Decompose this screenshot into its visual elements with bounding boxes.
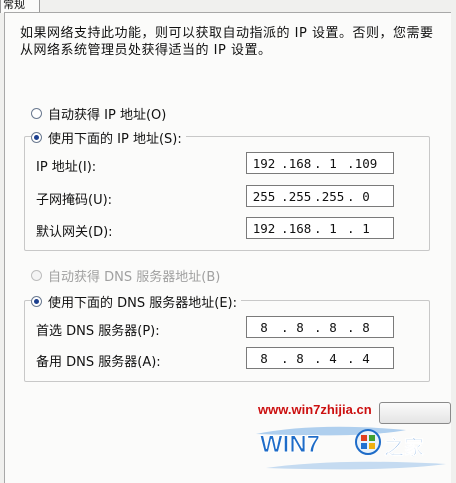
pdns-octet-3: 8	[329, 319, 337, 335]
ip-octet-3: 1	[329, 155, 337, 171]
watermark-url: www.win7zhijia.cn	[258, 402, 372, 417]
description-text: 如果网络支持此功能，则可以获取自动指派的 IP 设置。否则，您需要从网络系统管理…	[20, 26, 434, 58]
ip-address-label: IP 地址(I):	[36, 160, 97, 175]
mask-octet-2: 255	[288, 188, 312, 204]
alternate-dns-label: 备用 DNS 服务器(A):	[36, 355, 161, 370]
watermark-logo-text: WIN7	[260, 431, 320, 458]
auto-dns-label: 自动获得 DNS 服务器地址(B)	[48, 270, 221, 285]
adns-octet-1: 8	[260, 350, 268, 366]
manual-dns-radio[interactable]: 使用下面的 DNS 服务器地址(E):	[31, 292, 241, 311]
adns-octet-2: 8	[296, 350, 304, 366]
manual-ip-radio-circle[interactable]	[31, 132, 42, 143]
pdns-octet-2: 8	[296, 319, 304, 335]
manual-dns-radio-circle[interactable]	[31, 296, 42, 307]
ip-octet-4: 109	[354, 155, 378, 171]
ip-octet-1: 192	[252, 155, 276, 171]
adns-octet-3: 4	[329, 350, 337, 366]
adns-octet-4: 4	[362, 350, 370, 366]
preferred-dns-input[interactable]: 8. 8. 8. 8	[246, 316, 394, 338]
auto-ip-label: 自动获得 IP 地址(O)	[48, 108, 167, 123]
manual-ip-radio[interactable]: 使用下面的 IP 地址(S):	[31, 128, 186, 147]
manual-ip-label: 使用下面的 IP 地址(S):	[48, 132, 182, 147]
mask-octet-1: 255	[252, 188, 276, 204]
alternate-dns-input[interactable]: 8. 8. 4. 4	[246, 347, 394, 369]
subnet-mask-label: 子网掩码(U):	[36, 193, 113, 208]
gateway-octet-2: 168	[288, 220, 312, 236]
gateway-octet-3: 1	[329, 220, 337, 236]
default-gateway-label: 默认网关(D):	[36, 225, 113, 240]
mask-octet-4: 0	[362, 188, 370, 204]
tab-label: 常规	[3, 0, 25, 11]
ip-address-input[interactable]: 192. 168. 1. 109	[246, 152, 394, 174]
preferred-dns-label: 首选 DNS 服务器(P):	[36, 324, 160, 339]
pdns-octet-1: 8	[260, 319, 268, 335]
pdns-octet-4: 8	[362, 319, 370, 335]
mask-octet-3: 255	[321, 188, 345, 204]
gateway-octet-1: 192	[252, 220, 276, 236]
auto-dns-radio[interactable]: 自动获得 DNS 服务器地址(B)	[31, 266, 220, 285]
auto-dns-radio-circle[interactable]	[31, 270, 42, 281]
auto-ip-radio[interactable]: 自动获得 IP 地址(O)	[31, 104, 166, 123]
ip-octet-2: 168	[288, 155, 312, 171]
manual-dns-label: 使用下面的 DNS 服务器地址(E):	[48, 296, 237, 311]
subnet-mask-input[interactable]: 255. 255. 255. 0	[246, 185, 394, 207]
watermark-logo-suffix: 之家	[384, 435, 425, 459]
default-gateway-input[interactable]: 192. 168. 1. 1	[246, 217, 394, 239]
watermark-logo: WIN7 之家	[256, 426, 446, 470]
gateway-octet-4: 1	[362, 220, 370, 236]
auto-ip-radio-circle[interactable]	[31, 108, 42, 119]
